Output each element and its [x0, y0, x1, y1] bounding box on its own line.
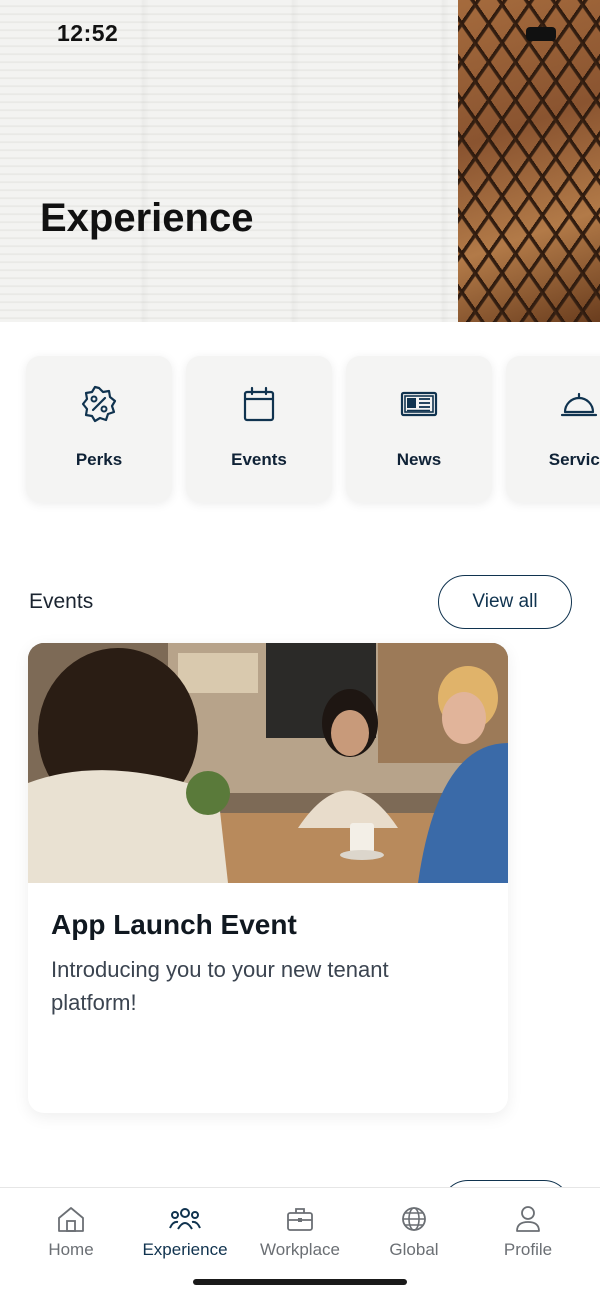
event-photo [28, 643, 508, 883]
tab-label: Profile [503, 1240, 553, 1259]
tab-label: Workplace [260, 1240, 340, 1259]
tile-label: Perks [75, 450, 123, 469]
view-all-button[interactable]: View all [438, 575, 572, 629]
service-bell-icon [560, 392, 598, 417]
event-description: Introducing you to your new tenant platf… [51, 957, 389, 1015]
tile-label: Service [548, 450, 600, 469]
calendar-icon [243, 386, 275, 422]
tab-workplace[interactable]: Workplace [240, 1204, 360, 1260]
tile-service[interactable]: Service [506, 356, 600, 502]
person-icon [516, 1206, 540, 1232]
tab-label: Experience [142, 1240, 228, 1259]
percent-badge-icon [81, 385, 117, 423]
event-title: App Launch Event [51, 909, 297, 940]
hero-background-image [0, 0, 458, 322]
tile-perks[interactable]: Perks [26, 356, 172, 502]
globe-icon [402, 1207, 426, 1231]
tab-profile[interactable]: Profile [468, 1204, 588, 1260]
tab-label: Home [48, 1240, 94, 1259]
tile-news[interactable]: News [346, 356, 492, 502]
tile-label: News [396, 450, 442, 469]
home-icon [58, 1207, 84, 1232]
tab-experience[interactable]: Experience [125, 1204, 245, 1260]
page-title: Experience [40, 196, 254, 240]
newspaper-icon [400, 391, 438, 417]
tab-label: Global [389, 1240, 439, 1259]
event-card[interactable]: App Launch Event Introducing you to your… [28, 643, 508, 1113]
tile-label: Events [231, 450, 287, 469]
hero-architecture-image [458, 0, 600, 322]
tab-home[interactable]: Home [11, 1204, 131, 1260]
home-indicator [193, 1279, 407, 1285]
status-time: 12:52 [57, 20, 119, 46]
battery-icon [526, 27, 556, 41]
briefcase-icon [287, 1208, 313, 1231]
section-title-events: Events [29, 590, 94, 613]
hero-banner: 12:52 Experience [0, 0, 600, 322]
tab-global[interactable]: Global [354, 1204, 474, 1260]
people-icon [169, 1208, 201, 1230]
tile-events[interactable]: Events [186, 356, 332, 502]
quick-links-row: Perks Events News Service [0, 322, 600, 532]
